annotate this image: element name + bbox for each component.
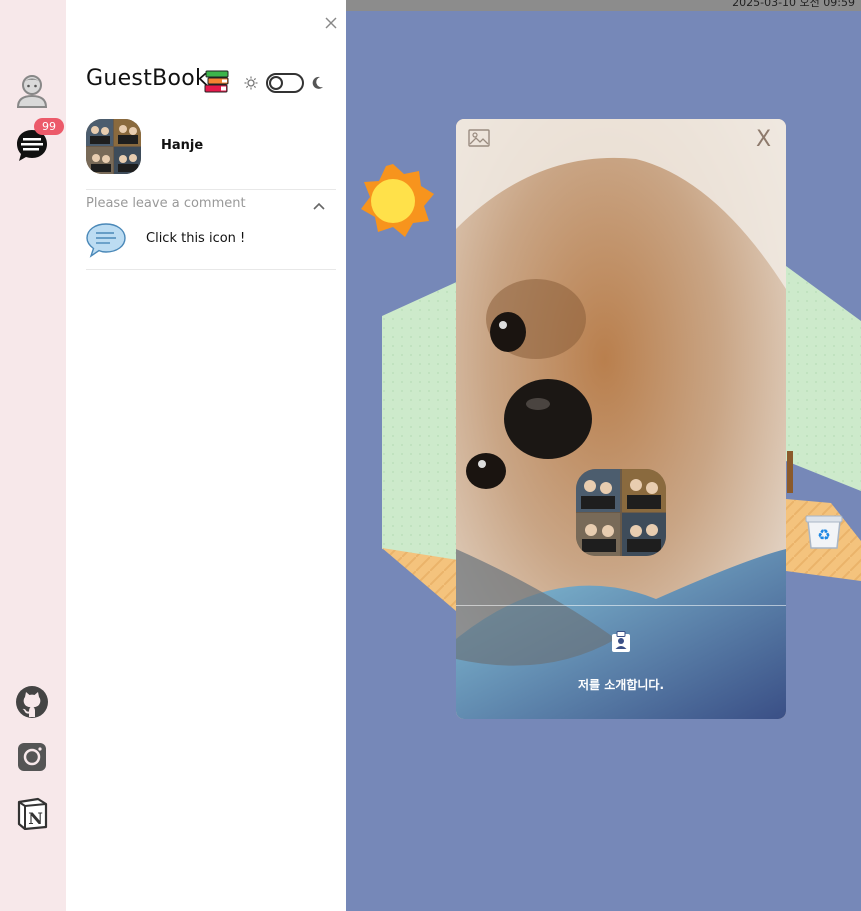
svg-text:N: N xyxy=(28,809,43,828)
status-time: 2025-03-10 오전 09:59 xyxy=(732,0,855,9)
contact-badge-icon xyxy=(612,631,630,652)
collapse-button[interactable] xyxy=(312,198,326,216)
dark-mode-icon[interactable] xyxy=(312,76,324,95)
divider xyxy=(86,269,336,270)
light-mode-icon[interactable] xyxy=(244,76,258,95)
close-panel-button[interactable] xyxy=(322,14,340,32)
intro-button[interactable] xyxy=(611,631,631,658)
side-rail: 99 N xyxy=(0,0,66,911)
profile-modal: X 저를 소개합니다. xyxy=(456,119,786,719)
intro-text: 저를 소개합니다. xyxy=(577,678,665,692)
change-cover-button[interactable] xyxy=(468,129,490,152)
page-title: GuestBook xyxy=(86,66,209,91)
sun-icon xyxy=(244,76,258,90)
recycle-bin-icon[interactable]: ♻ xyxy=(805,515,843,549)
notion-icon: N xyxy=(17,797,48,830)
books-icon xyxy=(204,70,230,99)
theme-toggle[interactable] xyxy=(266,73,304,93)
guestbook-panel: GuestBook Hanje Please leave a comment C… xyxy=(66,0,346,911)
toggle-knob xyxy=(269,76,283,90)
close-modal-button[interactable]: X xyxy=(756,127,771,152)
profile-button[interactable] xyxy=(14,72,50,108)
cover-photo xyxy=(456,119,786,719)
avatar[interactable] xyxy=(86,119,141,174)
github-icon xyxy=(16,686,48,718)
comment-placeholder[interactable]: Please leave a comment xyxy=(86,196,246,211)
github-link[interactable] xyxy=(14,684,50,720)
write-comment-button[interactable] xyxy=(86,222,126,263)
instagram-icon xyxy=(18,743,46,771)
comment-bubble-icon xyxy=(86,223,126,258)
chevron-up-icon xyxy=(313,202,325,210)
user-icon xyxy=(16,75,48,108)
divider xyxy=(456,605,786,606)
svg-text:♻: ♻ xyxy=(817,526,830,544)
notification-badge: 99 xyxy=(34,118,64,135)
instagram-link[interactable] xyxy=(14,739,50,775)
notion-link[interactable]: N xyxy=(14,795,50,831)
sun[interactable] xyxy=(361,164,434,237)
status-bar: 2025-03-10 오전 09:59 xyxy=(346,0,861,11)
close-icon xyxy=(325,17,337,29)
divider xyxy=(86,189,336,190)
image-icon xyxy=(468,129,490,147)
comment-hint: Click this icon ! xyxy=(146,231,246,246)
modal-avatar[interactable] xyxy=(576,469,666,556)
profile-name: Hanje xyxy=(161,138,204,153)
moon-icon xyxy=(312,76,323,89)
